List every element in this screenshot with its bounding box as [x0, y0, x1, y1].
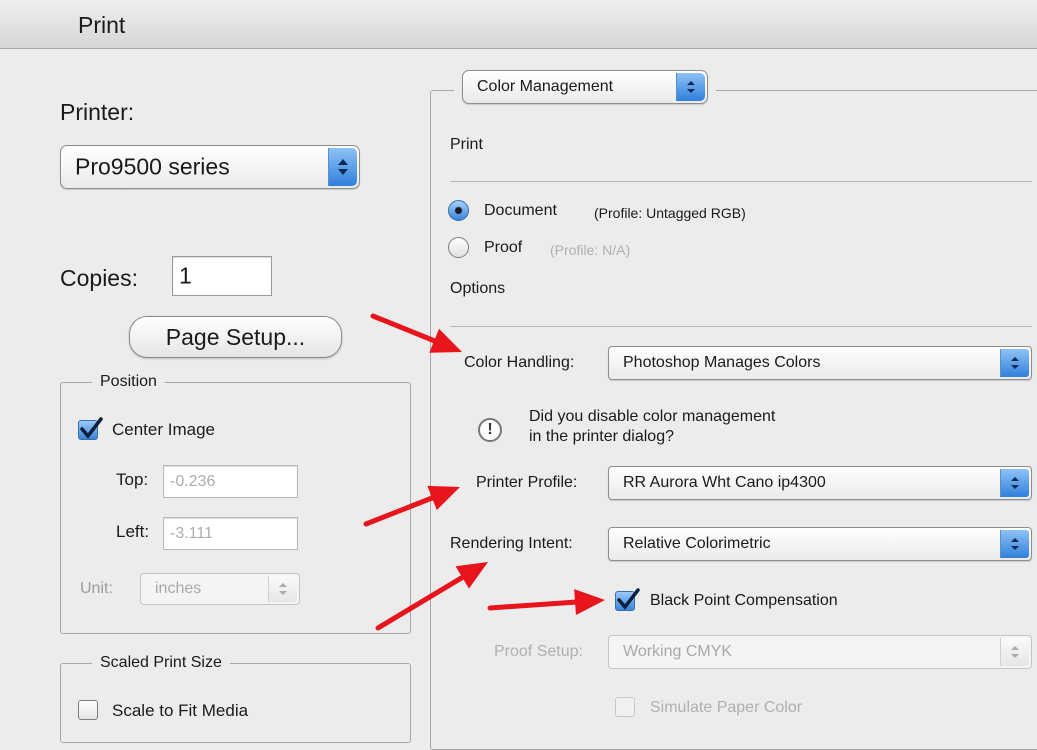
updown-arrows-icon [676, 73, 705, 101]
top-field[interactable]: -0.236 [163, 465, 298, 498]
black-point-checkbox[interactable] [615, 588, 640, 611]
options-divider [450, 326, 1032, 327]
scale-to-fit-checkbox[interactable] [78, 700, 98, 720]
printer-profile-label: Printer Profile: [476, 474, 578, 491]
proof-label: Proof [484, 239, 523, 256]
proof-setup-value: Working CMYK [623, 643, 733, 660]
unit-select-value: inches [155, 580, 202, 597]
position-title: Position [92, 373, 165, 391]
warning-icon: ! [478, 418, 502, 442]
left-label: Left: [116, 522, 150, 541]
rendering-intent-label: Rendering Intent: [450, 535, 573, 552]
printer-label: Printer: [60, 99, 135, 125]
left-value: -3.111 [170, 524, 213, 542]
proof-profile-note: (Profile: N/A) [550, 242, 631, 258]
page-setup-button[interactable]: Page Setup... [129, 316, 342, 358]
warning-line-2: in the printer dialog? [529, 428, 674, 445]
options-title: Options [450, 280, 506, 297]
printer-profile-value: RR Aurora Wht Cano ip4300 [623, 474, 826, 491]
rendering-intent-value: Relative Colorimetric [623, 535, 771, 552]
top-label: Top: [116, 470, 149, 489]
window-title: Print [78, 12, 126, 38]
black-point-label: Black Point Compensation [650, 592, 838, 609]
updown-arrows-icon [268, 576, 297, 602]
warning-line-1: Did you disable color management [529, 408, 776, 425]
printer-select[interactable]: Pro9500 series [60, 145, 360, 189]
updown-arrows-icon [1000, 530, 1029, 558]
arrow-to-color-handling-shaft [370, 313, 437, 344]
updown-arrows-icon [1000, 469, 1029, 497]
scaled-print-size-title: Scaled Print Size [92, 654, 230, 672]
document-profile-note: (Profile: Untagged RGB) [594, 205, 746, 221]
color-handling-value: Photoshop Manages Colors [623, 354, 821, 371]
simulate-paper-checkbox[interactable] [615, 697, 635, 717]
checkmark-icon [80, 417, 103, 439]
printer-profile-select[interactable]: RR Aurora Wht Cano ip4300 [608, 466, 1032, 500]
title-bar [0, 0, 1037, 49]
proof-radio[interactable] [448, 237, 469, 258]
copies-field[interactable]: 1 [172, 256, 272, 296]
panel-select-value: Color Management [477, 78, 614, 95]
document-label: Document [484, 202, 557, 219]
panel-select[interactable]: Color Management [462, 70, 708, 104]
print-section-title: Print [450, 136, 483, 153]
unit-select[interactable]: inches [140, 573, 300, 605]
copies-label: Copies: [60, 265, 138, 291]
checkmark-icon [617, 588, 640, 610]
updown-arrows-icon [1000, 638, 1029, 666]
rendering-intent-select[interactable]: Relative Colorimetric [608, 527, 1032, 561]
copies-value: 1 [179, 262, 192, 289]
color-handling-label: Color Handling: [464, 354, 575, 371]
left-field[interactable]: -3.111 [163, 517, 298, 550]
center-image-checkbox[interactable] [78, 417, 103, 440]
top-value: -0.236 [170, 472, 216, 490]
updown-arrows-icon [1000, 349, 1029, 377]
simulate-paper-label: Simulate Paper Color [650, 699, 803, 716]
center-image-label: Center Image [112, 420, 215, 439]
color-handling-select[interactable]: Photoshop Manages Colors [608, 346, 1032, 380]
document-radio[interactable] [448, 200, 469, 221]
proof-setup-label: Proof Setup: [494, 643, 583, 660]
printer-select-value: Pro9500 series [75, 153, 230, 180]
print-section-divider [450, 181, 1032, 182]
scale-to-fit-label: Scale to Fit Media [112, 701, 249, 720]
updown-arrows-icon [328, 148, 357, 186]
unit-label: Unit: [80, 580, 113, 597]
proof-setup-select[interactable]: Working CMYK [608, 635, 1032, 669]
